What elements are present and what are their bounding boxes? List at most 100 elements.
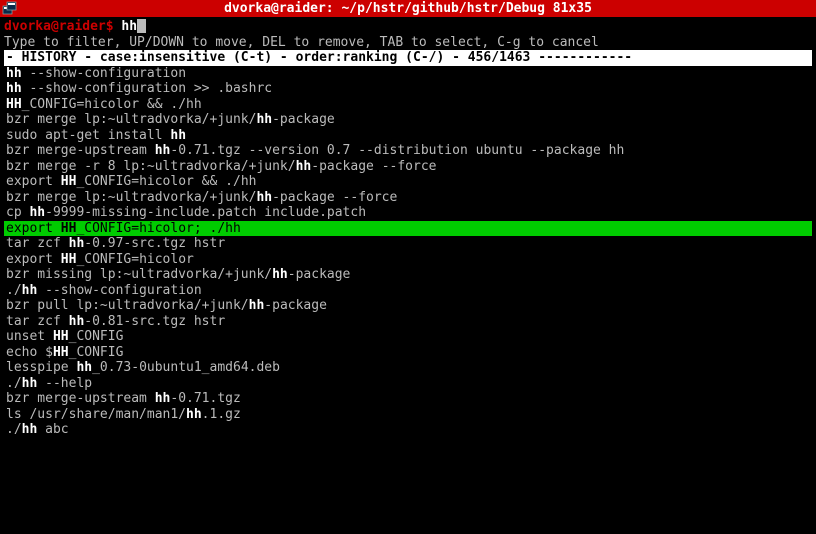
history-post: -package — [264, 298, 327, 313]
terminal-area[interactable]: dvorka@raider$ hh Type to filter, UP/DOW… — [0, 17, 816, 440]
history-row[interactable]: bzr merge-upstream hh-0.71.tgz — [4, 391, 812, 407]
history-highlight: HH — [61, 174, 77, 189]
prompt-userhost: dvorka@raider$ — [4, 19, 121, 34]
history-row[interactable]: hh --show-configuration — [4, 66, 812, 82]
history-post: _CONFIG=hicolor; ./hh — [76, 221, 240, 236]
window-titlebar[interactable]: dvorka@raider: ~/p/hstr/github/hstr/Debu… — [0, 0, 816, 17]
history-row[interactable]: cp hh-9999-missing-include.patch include… — [4, 205, 812, 221]
history-row[interactable]: ./hh --show-configuration — [4, 283, 812, 299]
history-row[interactable]: tar zcf hh-0.81-src.tgz hstr — [4, 314, 812, 330]
history-highlight: hh — [22, 283, 38, 298]
history-row[interactable]: bzr merge -r 8 lp:~ultradvorka/+junk/hh-… — [4, 159, 812, 175]
history-highlight: hh — [76, 360, 92, 375]
history-row[interactable]: unset HH_CONFIG — [4, 329, 812, 345]
history-row[interactable]: sudo apt-get install hh — [4, 128, 812, 144]
history-pre: unset — [6, 329, 53, 344]
history-highlight: HH — [61, 252, 77, 267]
history-post: -0.71.tgz --version 0.7 --distribution u… — [170, 143, 624, 158]
history-highlight: hh — [256, 190, 272, 205]
history-post: _CONFIG=hicolor && ./hh — [22, 97, 202, 112]
history-row[interactable]: tar zcf hh-0.97-src.tgz hstr — [4, 236, 812, 252]
history-row[interactable]: export HH_CONFIG=hicolor — [4, 252, 812, 268]
history-post: _CONFIG=hicolor && ./hh — [76, 174, 256, 189]
history-highlight: hh — [22, 376, 38, 391]
history-pre: bzr merge lp:~ultradvorka/+junk/ — [6, 112, 256, 127]
history-pre: ls /usr/share/man/man1/ — [6, 407, 186, 422]
history-highlight: HH — [53, 345, 69, 360]
history-post: --show-configuration — [22, 66, 186, 81]
history-post: .1.gz — [202, 407, 241, 422]
history-pre: export — [6, 252, 61, 267]
history-post: --show-configuration >> .bashrc — [22, 81, 272, 96]
history-post: --show-configuration — [37, 283, 201, 298]
history-highlight: hh — [272, 267, 288, 282]
history-post: _CONFIG — [69, 345, 124, 360]
history-pre: sudo apt-get install — [6, 128, 170, 143]
window-title: dvorka@raider: ~/p/hstr/github/hstr/Debu… — [0, 1, 816, 17]
history-row[interactable]: bzr merge lp:~ultradvorka/+junk/hh-packa… — [4, 112, 812, 128]
history-row[interactable]: bzr merge lp:~ultradvorka/+junk/hh-packa… — [4, 190, 812, 206]
history-row[interactable]: ls /usr/share/man/man1/hh.1.gz — [4, 407, 812, 423]
history-pre: bzr merge lp:~ultradvorka/+junk/ — [6, 190, 256, 205]
history-row[interactable]: hh --show-configuration >> .bashrc — [4, 81, 812, 97]
history-pre: ./ — [6, 283, 22, 298]
history-post: --help — [37, 376, 92, 391]
history-post: -0.81-src.tgz hstr — [84, 314, 225, 329]
history-highlight: hh — [249, 298, 265, 313]
history-post: _CONFIG=hicolor — [76, 252, 193, 267]
history-post: -package --force — [272, 190, 397, 205]
history-row[interactable]: echo $HH_CONFIG — [4, 345, 812, 361]
history-pre: tar zcf — [6, 314, 69, 329]
status-bar: - HISTORY - case:insensitive (C-t) - ord… — [4, 50, 812, 66]
history-highlight: hh — [155, 143, 171, 158]
history-pre: bzr merge -r 8 lp:~ultradvorka/+junk/ — [6, 159, 296, 174]
history-post: -0.71.tgz — [170, 391, 240, 406]
history-list[interactable]: hh --show-configurationhh --show-configu… — [4, 66, 812, 438]
history-row[interactable]: export HH_CONFIG=hicolor && ./hh — [4, 174, 812, 190]
history-pre: bzr merge-upstream — [6, 143, 155, 158]
history-highlight: HH — [53, 329, 69, 344]
history-pre: echo $ — [6, 345, 53, 360]
history-highlight: hh — [170, 128, 186, 143]
history-row[interactable]: ./hh abc — [4, 422, 812, 438]
history-highlight: hh — [69, 236, 85, 251]
history-row[interactable]: ./hh --help — [4, 376, 812, 392]
history-highlight: HH — [61, 221, 77, 236]
history-row[interactable]: export HH_CONFIG=hicolor; ./hh — [4, 221, 812, 237]
history-pre: ./ — [6, 376, 22, 391]
history-row[interactable]: lesspipe hh_0.73-0ubuntu1_amd64.deb — [4, 360, 812, 376]
history-pre: bzr merge-upstream — [6, 391, 155, 406]
history-pre: export — [6, 174, 61, 189]
history-pre: bzr pull lp:~ultradvorka/+junk/ — [6, 298, 249, 313]
history-post: -package — [288, 267, 351, 282]
history-post: -9999-missing-include.patch include.patc… — [45, 205, 366, 220]
history-post: -0.97-src.tgz hstr — [84, 236, 225, 251]
history-row[interactable]: bzr pull lp:~ultradvorka/+junk/hh-packag… — [4, 298, 812, 314]
history-highlight: hh — [69, 314, 85, 329]
history-post: -package — [272, 112, 335, 127]
history-pre: bzr missing lp:~ultradvorka/+junk/ — [6, 267, 272, 282]
history-pre: export — [6, 221, 61, 236]
history-highlight: hh — [29, 205, 45, 220]
history-pre: ./ — [6, 422, 22, 437]
history-highlight: hh — [155, 391, 171, 406]
history-pre: cp — [6, 205, 29, 220]
history-post: -package --force — [311, 159, 436, 174]
prompt-typed: hh — [121, 19, 137, 34]
history-row[interactable]: bzr missing lp:~ultradvorka/+junk/hh-pac… — [4, 267, 812, 283]
history-highlight: hh — [256, 112, 272, 127]
prompt-line[interactable]: dvorka@raider$ hh — [4, 19, 812, 35]
history-post: _0.73-0ubuntu1_amd64.deb — [92, 360, 280, 375]
history-highlight: hh — [296, 159, 312, 174]
history-highlight: hh — [22, 422, 38, 437]
history-post: _CONFIG — [69, 329, 124, 344]
history-pre: lesspipe — [6, 360, 76, 375]
cursor — [137, 19, 146, 33]
history-highlight: hh — [6, 66, 22, 81]
history-highlight: HH — [6, 97, 22, 112]
history-post: abc — [37, 422, 68, 437]
history-row[interactable]: HH_CONFIG=hicolor && ./hh — [4, 97, 812, 113]
history-highlight: hh — [6, 81, 22, 96]
history-row[interactable]: bzr merge-upstream hh-0.71.tgz --version… — [4, 143, 812, 159]
history-highlight: hh — [186, 407, 202, 422]
